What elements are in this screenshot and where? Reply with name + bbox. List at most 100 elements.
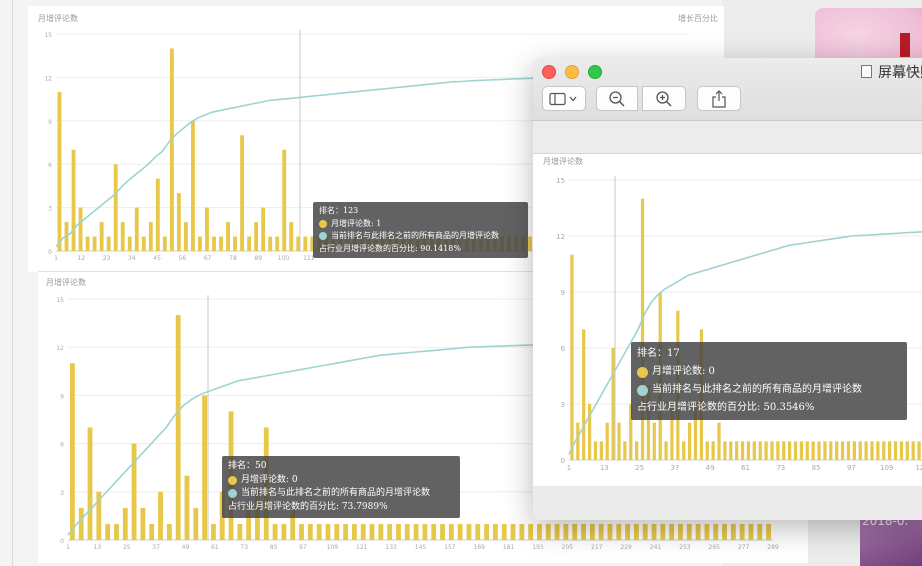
bar[interactable] xyxy=(633,523,639,540)
bar[interactable] xyxy=(158,491,163,540)
bar[interactable] xyxy=(652,422,656,460)
bar[interactable] xyxy=(226,222,230,251)
bar[interactable] xyxy=(466,523,472,540)
bar[interactable] xyxy=(198,236,202,251)
bar[interactable] xyxy=(78,507,84,540)
bar[interactable] xyxy=(572,523,578,540)
bar[interactable] xyxy=(334,523,340,540)
bar[interactable] xyxy=(71,149,76,251)
bar[interactable] xyxy=(870,441,874,460)
bar[interactable] xyxy=(623,441,627,460)
zoom-out-button[interactable] xyxy=(596,86,638,111)
bar[interactable] xyxy=(122,507,128,540)
bar[interactable] xyxy=(85,236,90,251)
bar[interactable] xyxy=(829,441,833,460)
bar[interactable] xyxy=(593,441,598,460)
bar[interactable] xyxy=(711,441,715,460)
bar[interactable] xyxy=(510,523,516,540)
bar[interactable] xyxy=(205,207,209,251)
bar[interactable] xyxy=(686,523,692,540)
bar[interactable] xyxy=(134,207,139,251)
bar[interactable] xyxy=(316,523,322,540)
bar[interactable] xyxy=(730,523,736,540)
bar[interactable] xyxy=(669,523,675,540)
bar[interactable] xyxy=(611,348,615,460)
bar[interactable] xyxy=(605,422,609,460)
bar[interactable] xyxy=(805,441,809,460)
bar[interactable] xyxy=(899,441,904,460)
bar[interactable] xyxy=(893,441,898,460)
bar[interactable] xyxy=(99,222,104,251)
close-button[interactable] xyxy=(542,65,556,79)
bar[interactable] xyxy=(589,523,595,540)
bar[interactable] xyxy=(360,523,366,540)
bar[interactable] xyxy=(184,475,190,540)
bar[interactable] xyxy=(114,523,119,540)
bar[interactable] xyxy=(852,441,856,460)
bar[interactable] xyxy=(169,48,174,251)
bar[interactable] xyxy=(537,523,542,540)
share-button[interactable] xyxy=(697,86,741,111)
bar[interactable] xyxy=(581,523,586,540)
bar[interactable] xyxy=(713,523,719,540)
bar[interactable] xyxy=(254,222,259,251)
chart-preview-svg[interactable]: 0 3 6 9 12 15 1 13 25 37 49 61 73 85 97 109 121 xyxy=(533,154,922,486)
bar[interactable] xyxy=(378,523,384,540)
bar[interactable] xyxy=(799,441,804,460)
bar[interactable] xyxy=(303,236,308,251)
bar[interactable] xyxy=(440,523,445,540)
bar[interactable] xyxy=(369,523,375,540)
bar[interactable] xyxy=(917,441,921,460)
bar[interactable] xyxy=(176,193,181,251)
window-titlebar[interactable]: 屏幕快照 xyxy=(533,58,922,121)
bar[interactable] xyxy=(704,523,710,540)
bar[interactable] xyxy=(78,207,83,251)
bar[interactable] xyxy=(642,523,648,540)
bar[interactable] xyxy=(722,523,727,540)
bar[interactable] xyxy=(528,236,532,251)
bar[interactable] xyxy=(864,441,868,460)
bar[interactable] xyxy=(289,222,294,251)
bar[interactable] xyxy=(651,523,657,540)
bar[interactable] xyxy=(582,329,586,460)
bar[interactable] xyxy=(484,523,490,540)
bar[interactable] xyxy=(325,523,331,540)
bar[interactable] xyxy=(141,236,146,251)
bar[interactable] xyxy=(404,523,410,540)
bar[interactable] xyxy=(640,198,645,460)
bar[interactable] xyxy=(113,164,118,251)
bar[interactable] xyxy=(162,236,167,251)
bar[interactable] xyxy=(219,236,223,251)
bar[interactable] xyxy=(739,523,745,540)
bar[interactable] xyxy=(92,236,97,251)
bar[interactable] xyxy=(299,523,304,540)
preview-window[interactable]: 屏幕快照 xyxy=(533,58,922,520)
bar[interactable] xyxy=(281,523,287,540)
bar[interactable] xyxy=(193,507,199,540)
bar[interactable] xyxy=(131,443,137,540)
bar[interactable] xyxy=(431,523,437,540)
bar[interactable] xyxy=(155,178,160,251)
bar[interactable] xyxy=(492,523,498,540)
bar[interactable] xyxy=(127,236,132,251)
bar[interactable] xyxy=(183,222,188,251)
zoom-button[interactable] xyxy=(588,65,602,79)
bar[interactable] xyxy=(811,441,815,460)
bar[interactable] xyxy=(817,441,821,460)
bar[interactable] xyxy=(519,523,525,540)
bar[interactable] xyxy=(106,236,111,251)
bar[interactable] xyxy=(905,441,909,460)
bar[interactable] xyxy=(120,222,125,251)
bar[interactable] xyxy=(57,91,62,251)
bar[interactable] xyxy=(175,315,181,540)
bar[interactable] xyxy=(911,441,915,460)
bar[interactable] xyxy=(758,441,762,460)
bar[interactable] xyxy=(752,441,756,460)
bar[interactable] xyxy=(664,441,668,460)
bar[interactable] xyxy=(616,523,622,540)
bar[interactable] xyxy=(69,363,75,540)
bar[interactable] xyxy=(793,441,798,460)
bar[interactable] xyxy=(545,523,551,540)
bar[interactable] xyxy=(740,441,745,460)
bar[interactable] xyxy=(570,254,574,460)
